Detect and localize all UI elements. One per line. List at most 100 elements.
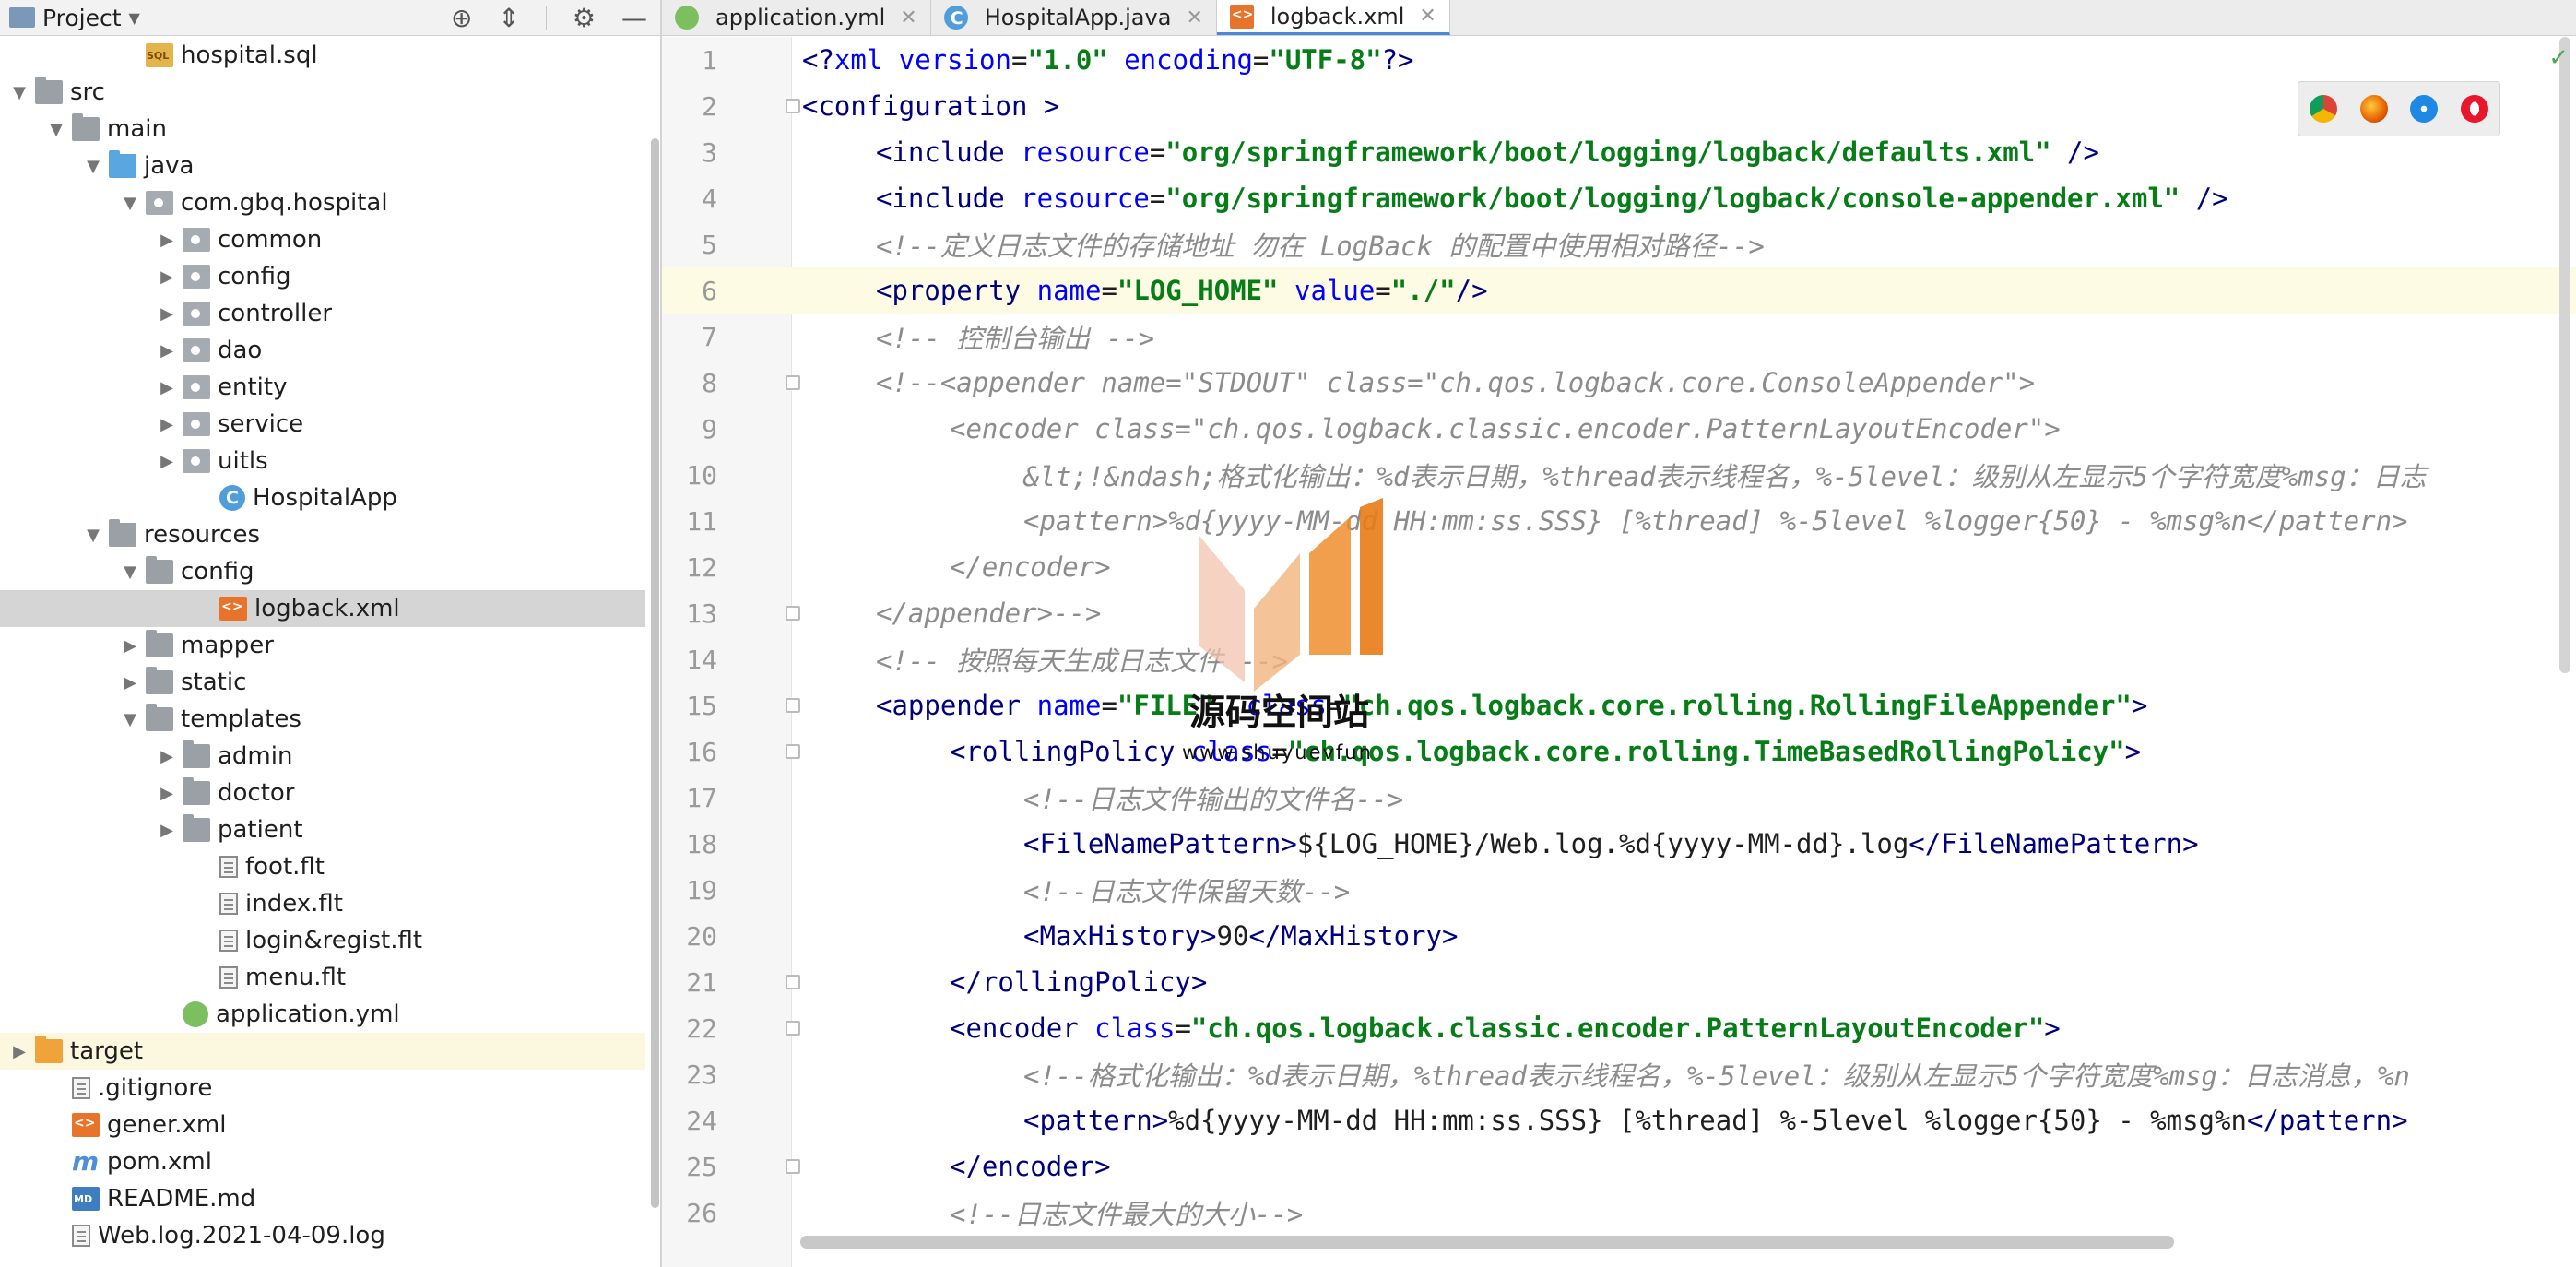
globe-icon[interactable]: ⊕ <box>451 3 472 33</box>
code-line[interactable]: 17 <!--日志文件输出的文件名--> <box>662 775 2576 821</box>
project-view-selector[interactable]: Project ▼ <box>9 5 140 31</box>
tree-item[interactable]: ▼ templates <box>0 701 645 738</box>
tab-hospitalapp-java[interactable]: HospitalApp.java ✕ <box>931 0 1217 35</box>
code-line[interactable]: 19 <!--日志文件保留天数--> <box>662 867 2576 913</box>
tree-item[interactable]: ▼ java <box>0 148 645 184</box>
collapse-icon[interactable]: ⇕ <box>498 3 519 33</box>
tree-item[interactable]: ▶ static <box>0 664 645 701</box>
code-line[interactable]: 21 </rollingPolicy> <box>662 959 2576 1005</box>
tab-application-yml[interactable]: application.yml ✕ <box>662 0 931 35</box>
tree-item[interactable]: HospitalApp <box>0 480 645 516</box>
code-editor[interactable]: 1 <?xml version="1.0" encoding="UTF-8"?> 2… <box>662 37 2576 1267</box>
firefox-icon[interactable] <box>2359 95 2388 123</box>
minimize-icon[interactable]: — <box>621 3 647 33</box>
code-line[interactable]: 6 <property name="LOG_HOME" value="./"/> <box>662 267 2576 314</box>
code-line[interactable]: 9 <encoder class="ch.qos.logback.classic.… <box>662 406 2576 452</box>
tree-item[interactable]: ▶ entity <box>0 369 645 406</box>
opera-icon[interactable] <box>2460 95 2488 123</box>
editor-vertical-scrollbar[interactable] <box>2559 37 2570 673</box>
fold-marker-icon[interactable] <box>786 375 800 390</box>
chevron-right-icon[interactable]: ▶ <box>157 452 177 471</box>
tree-item[interactable]: ▶ controller <box>0 295 645 332</box>
code-line[interactable]: 4 <include resource="org/springframework/… <box>662 175 2576 221</box>
code-line[interactable]: 13 </appender>--> <box>662 590 2576 636</box>
chevron-right-icon[interactable]: ▶ <box>157 231 177 250</box>
tree-item[interactable]: README.md <box>0 1180 645 1217</box>
tab-logback-xml[interactable]: logback.xml ✕ <box>1216 0 1450 35</box>
tree-item[interactable]: ▶ uitls <box>0 443 645 480</box>
tree-item[interactable]: Web.log.2021-04-09.log <box>0 1217 645 1254</box>
tree-item[interactable]: ▶ admin <box>0 738 645 775</box>
code-line[interactable]: 5 <!--定义日志文件的存储地址 勿在 LogBack 的配置中使用相对路径--… <box>662 221 2576 267</box>
editor-horizontal-scrollbar[interactable] <box>800 1236 2174 1249</box>
code-line[interactable]: 26 <!--日志文件最大的大小--> <box>662 1190 2576 1236</box>
code-line[interactable]: 2 <configuration > <box>662 83 2576 129</box>
chevron-right-icon[interactable]: ▶ <box>157 304 177 324</box>
chevron-down-icon[interactable]: ▼ <box>120 562 140 582</box>
code-line[interactable]: 24 <pattern>%d{yyyy-MM-dd HH:mm:ss.SSS} [… <box>662 1097 2576 1143</box>
close-icon[interactable]: ✕ <box>1419 5 1436 28</box>
code-line[interactable]: 8 <!--<appender name="STDOUT" class="ch.q… <box>662 360 2576 406</box>
chevron-down-icon[interactable]: ▼ <box>83 526 103 545</box>
chevron-down-icon[interactable]: ▼ <box>120 710 140 729</box>
tree-item[interactable]: .gitignore <box>0 1070 645 1107</box>
tree-item[interactable]: menu.flt <box>0 959 645 996</box>
chevron-right-icon[interactable]: ▶ <box>120 636 140 656</box>
fold-marker-icon[interactable] <box>786 1159 800 1174</box>
fold-marker-icon[interactable] <box>786 99 800 113</box>
fold-marker-icon[interactable] <box>786 698 800 713</box>
chevron-right-icon[interactable]: ▶ <box>157 784 177 803</box>
code-line[interactable]: 25 </encoder> <box>662 1143 2576 1190</box>
tree-item[interactable]: ▶ service <box>0 406 645 443</box>
code-line[interactable]: 22 <encoder class="ch.qos.logback.classic… <box>662 1005 2576 1051</box>
tree-scrollbar[interactable] <box>651 138 659 1208</box>
code-line[interactable]: 10 &lt;!&ndash;格式化输出：%d表示日期，%thread表示线程名，… <box>662 452 2576 498</box>
chevron-right-icon[interactable]: ▶ <box>9 1042 30 1061</box>
tree-item[interactable]: ▶ mapper <box>0 627 645 664</box>
tree-item[interactable]: ▼ src <box>0 74 645 111</box>
code-line[interactable]: 12 </encoder> <box>662 544 2576 590</box>
close-icon[interactable]: ✕ <box>900 6 916 30</box>
chevron-right-icon[interactable]: ▶ <box>157 747 177 766</box>
code-line[interactable]: 20 <MaxHistory>90</MaxHistory> <box>662 913 2576 959</box>
tree-item[interactable]: ▶ dao <box>0 332 645 369</box>
fold-marker-icon[interactable] <box>786 744 800 759</box>
chevron-down-icon[interactable]: ▼ <box>83 157 103 176</box>
chevron-down-icon[interactable]: ▼ <box>46 120 66 139</box>
tree-item[interactable]: ▶ config <box>0 258 645 295</box>
tree-item[interactable]: foot.flt <box>0 848 645 885</box>
code-line[interactable]: 23 <!--格式化输出：%d表示日期，%thread表示线程名，%-5level… <box>662 1051 2576 1097</box>
safari-icon[interactable] <box>2410 95 2439 123</box>
fold-marker-icon[interactable] <box>786 1021 800 1036</box>
chevron-right-icon[interactable]: ▶ <box>157 415 177 434</box>
tree-item[interactable]: index.flt <box>0 885 645 922</box>
code-line[interactable]: 16 <rollingPolicy class="ch.qos.logback.c… <box>662 728 2576 775</box>
code-line[interactable]: 18 <FileNamePattern>${LOG_HOME}/Web.log.%… <box>662 821 2576 867</box>
fold-marker-icon[interactable] <box>786 606 800 621</box>
code-line[interactable]: 15 <appender name="FILE" class="ch.qos.lo… <box>662 682 2576 728</box>
tree-item[interactable]: ▼ config <box>0 553 645 590</box>
tree-item[interactable]: ▼ resources <box>0 516 645 553</box>
chevron-down-icon[interactable]: ▼ <box>120 194 140 213</box>
tree-item[interactable]: login&regist.flt <box>0 922 645 959</box>
tree-item[interactable]: m pom.xml <box>0 1143 645 1180</box>
chevron-right-icon[interactable]: ▶ <box>157 821 177 840</box>
chevron-right-icon[interactable]: ▶ <box>157 267 177 287</box>
code-line[interactable]: 3 <include resource="org/springframework/… <box>662 129 2576 175</box>
tree-item[interactable]: hospital.sql <box>0 37 645 74</box>
code-line[interactable]: 14 <!-- 按照每天生成日志文件 --> <box>662 636 2576 682</box>
close-icon[interactable]: ✕ <box>1186 6 1202 30</box>
fold-marker-icon[interactable] <box>786 975 800 989</box>
chrome-icon[interactable] <box>2310 95 2338 123</box>
code-line[interactable]: 1 <?xml version="1.0" encoding="UTF-8"?> <box>662 37 2576 83</box>
tree-item[interactable]: application.yml <box>0 996 645 1033</box>
tree-item[interactable]: ▶ doctor <box>0 775 645 811</box>
tree-item[interactable]: logback.xml <box>0 590 645 627</box>
chevron-down-icon[interactable]: ▼ <box>9 83 30 102</box>
code-line[interactable]: 7 <!-- 控制台输出 --> <box>662 314 2576 360</box>
chevron-right-icon[interactable]: ▶ <box>157 341 177 361</box>
gear-icon[interactable]: ⚙ <box>573 3 596 33</box>
tree-item[interactable]: ▶ patient <box>0 811 645 848</box>
tree-item[interactable]: gener.xml <box>0 1107 645 1143</box>
chevron-right-icon[interactable]: ▶ <box>157 378 177 397</box>
